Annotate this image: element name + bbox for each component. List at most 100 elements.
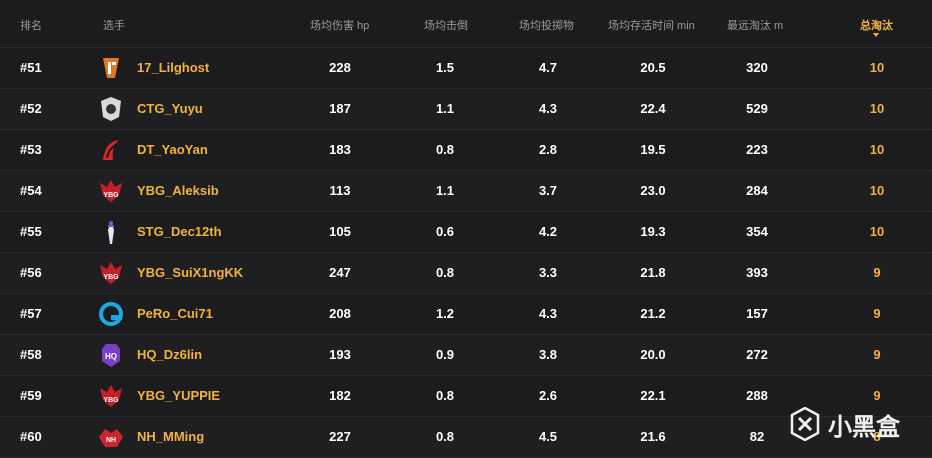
table-row[interactable]: #55 STG_Dec12th 105 0.6 4.2 19.3 354 10 <box>0 212 932 253</box>
pero-team-logo-icon <box>97 300 125 328</box>
throwables-cell: 3.8 <box>538 347 558 362</box>
svg-text:YBG: YBG <box>103 274 119 281</box>
rank-cell: #57 <box>20 306 42 321</box>
player-name[interactable]: YBG_YUPPIE <box>137 388 220 403</box>
header-rank[interactable]: 排名 <box>20 17 42 33</box>
total-kills-cell: 10 <box>869 60 885 75</box>
rank-cell: #58 <box>20 347 42 362</box>
table-header: 排名 选手 场均伤害 hp 场均击倒 场均投掷物 场均存活时间 min 最远淘汰… <box>0 0 932 48</box>
ybg-team-logo-icon: YBG <box>97 259 125 287</box>
longest-kill-cell: 320 <box>746 60 768 75</box>
knocks-cell: 0.6 <box>435 224 455 239</box>
longest-kill-cell: 393 <box>746 265 768 280</box>
ctg-team-logo-icon <box>97 95 125 123</box>
table-row[interactable]: #54 YBG YBG_Aleksib 113 1.1 3.7 23.0 284 10 <box>0 171 932 212</box>
player-name[interactable]: PeRo_Cui71 <box>137 306 213 321</box>
knocks-cell: 0.8 <box>435 265 455 280</box>
throwables-cell: 2.6 <box>538 388 558 403</box>
longest-kill-cell: 82 <box>749 429 765 444</box>
table-row[interactable]: #57 PeRo_Cui71 208 1.2 4.3 21.2 157 9 <box>0 294 932 335</box>
survival-cell: 19.3 <box>640 224 666 239</box>
sort-desc-icon <box>873 33 879 37</box>
knocks-cell: 0.9 <box>435 347 455 362</box>
player-name[interactable]: NH_MMing <box>137 429 204 444</box>
damage-cell: 227 <box>329 429 351 444</box>
longest-kill-cell: 354 <box>746 224 768 239</box>
knocks-cell: 1.1 <box>435 101 455 116</box>
damage-cell: 193 <box>329 347 351 362</box>
stats-table: 排名 选手 场均伤害 hp 场均击倒 场均投掷物 场均存活时间 min 最远淘汰… <box>0 0 932 458</box>
knocks-cell: 1.1 <box>435 183 455 198</box>
damage-cell: 183 <box>329 142 351 157</box>
table-row[interactable]: #58 HQ HQ_Dz6lin 193 0.9 3.8 20.0 272 9 <box>0 335 932 376</box>
player-name[interactable]: YBG_SuiX1ngKK <box>137 265 243 280</box>
svg-text:NH: NH <box>106 437 116 444</box>
rank-cell: #55 <box>20 224 42 239</box>
header-throwables[interactable]: 场均投掷物 <box>519 17 574 33</box>
throwables-cell: 4.5 <box>538 429 558 444</box>
player-name[interactable]: 17_Lilghost <box>137 60 209 75</box>
survival-cell: 21.8 <box>640 265 666 280</box>
longest-kill-cell: 157 <box>746 306 768 321</box>
damage-cell: 247 <box>329 265 351 280</box>
survival-cell: 19.5 <box>640 142 666 157</box>
throwables-cell: 4.2 <box>538 224 558 239</box>
heybox-watermark: 小黑盒 <box>790 402 900 446</box>
player-name[interactable]: CTG_Yuyu <box>137 101 203 116</box>
survival-cell: 21.2 <box>640 306 666 321</box>
survival-cell: 23.0 <box>640 183 666 198</box>
longest-kill-cell: 288 <box>746 388 768 403</box>
survival-cell: 22.1 <box>640 388 666 403</box>
player-name[interactable]: HQ_Dz6lin <box>137 347 202 362</box>
rank-cell: #51 <box>20 60 42 75</box>
total-kills-cell: 9 <box>873 388 881 403</box>
header-damage[interactable]: 场均伤害 hp <box>310 17 369 33</box>
longest-kill-cell: 223 <box>746 142 768 157</box>
throwables-cell: 4.7 <box>538 60 558 75</box>
rank-cell: #60 <box>20 429 42 444</box>
header-longest-kill[interactable]: 最远淘汰 m <box>727 17 783 33</box>
player-name[interactable]: DT_YaoYan <box>137 142 208 157</box>
header-player[interactable]: 选手 <box>103 17 125 33</box>
player-name[interactable]: STG_Dec12th <box>137 224 222 239</box>
throwables-cell: 3.3 <box>538 265 558 280</box>
table-row[interactable]: #52 CTG_Yuyu 187 1.1 4.3 22.4 529 10 <box>0 89 932 130</box>
rank-cell: #54 <box>20 183 42 198</box>
hq-team-logo-icon: HQ <box>97 341 125 369</box>
knocks-cell: 0.8 <box>435 142 455 157</box>
table-row[interactable]: #51 17_Lilghost 228 1.5 4.7 20.5 320 10 <box>0 48 932 89</box>
header-survival[interactable]: 场均存活时间 min <box>608 17 695 33</box>
throwables-cell: 2.8 <box>538 142 558 157</box>
rank-cell: #53 <box>20 142 42 157</box>
knocks-cell: 1.5 <box>435 60 455 75</box>
rank-cell: #56 <box>20 265 42 280</box>
table-row[interactable]: #56 YBG YBG_SuiX1ngKK 247 0.8 3.3 21.8 393 9 <box>0 253 932 294</box>
total-kills-cell: 9 <box>873 265 881 280</box>
total-kills-cell: 10 <box>869 101 885 116</box>
damage-cell: 187 <box>329 101 351 116</box>
knocks-cell: 0.8 <box>435 429 455 444</box>
dt-team-logo-icon <box>97 136 125 164</box>
knocks-cell: 0.8 <box>435 388 455 403</box>
survival-cell: 20.5 <box>640 60 666 75</box>
svg-text:YBG: YBG <box>103 192 119 199</box>
total-kills-cell: 10 <box>869 183 885 198</box>
survival-cell: 21.6 <box>640 429 666 444</box>
header-knocks[interactable]: 场均击倒 <box>424 17 468 33</box>
longest-kill-cell: 272 <box>746 347 768 362</box>
damage-cell: 105 <box>329 224 351 239</box>
knocks-cell: 1.2 <box>435 306 455 321</box>
survival-cell: 20.0 <box>640 347 666 362</box>
survival-cell: 22.4 <box>640 101 666 116</box>
header-total-kills[interactable]: 总淘汰 <box>860 17 893 33</box>
player-name[interactable]: YBG_Aleksib <box>137 183 219 198</box>
watermark-text: 小黑盒 <box>828 413 900 441</box>
table-row[interactable]: #53 DT_YaoYan 183 0.8 2.8 19.5 223 10 <box>0 130 932 171</box>
damage-cell: 228 <box>329 60 351 75</box>
total-kills-cell: 9 <box>873 347 881 362</box>
heybox-icon <box>790 407 820 441</box>
total-kills-cell: 9 <box>873 306 881 321</box>
throwables-cell: 4.3 <box>538 101 558 116</box>
total-kills-cell: 10 <box>869 224 885 239</box>
svg-text:HQ: HQ <box>105 352 117 361</box>
